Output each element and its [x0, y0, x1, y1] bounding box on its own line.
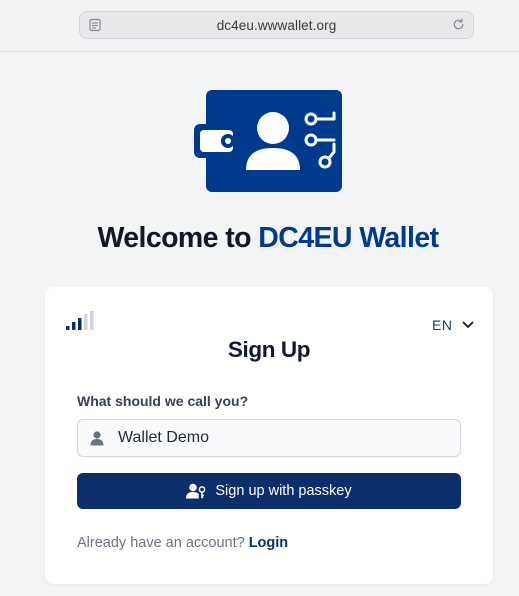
signup-passkey-button[interactable]: Sign up with passkey	[77, 473, 461, 509]
user-icon	[90, 431, 104, 446]
reload-icon[interactable]	[451, 17, 466, 32]
address-bar[interactable]: dc4eu.wwwallet.org	[79, 11, 474, 39]
user-key-icon	[186, 483, 206, 499]
welcome-heading: Welcome to DC4EU Wallet	[0, 222, 519, 255]
reader-mode-icon[interactable]	[88, 18, 102, 32]
name-field[interactable]	[77, 419, 461, 457]
name-field-label: What should we call you?	[77, 393, 249, 409]
chevron-down-icon	[463, 321, 474, 328]
language-label: EN	[432, 317, 453, 333]
account-prompt-text: Already have an account?	[77, 535, 245, 551]
account-prompt: Already have an account? Login	[77, 535, 288, 551]
url-text: dc4eu.wwwallet.org	[216, 17, 337, 33]
signal-strength-icon	[66, 311, 94, 330]
browser-toolbar: dc4eu.wwwallet.org	[0, 0, 519, 52]
signup-card: EN Sign Up What should we call you? Sign…	[45, 287, 493, 584]
signup-title: Sign Up	[227, 337, 311, 362]
login-link[interactable]: Login	[249, 535, 288, 551]
signup-passkey-label: Sign up with passkey	[215, 483, 352, 499]
brand-name: DC4EU Wallet	[258, 222, 439, 254]
language-selector[interactable]: EN	[432, 316, 474, 334]
wallet-identity-circuit-logo	[194, 90, 342, 192]
welcome-prefix: Welcome to	[97, 222, 259, 254]
name-input[interactable]	[118, 420, 458, 456]
